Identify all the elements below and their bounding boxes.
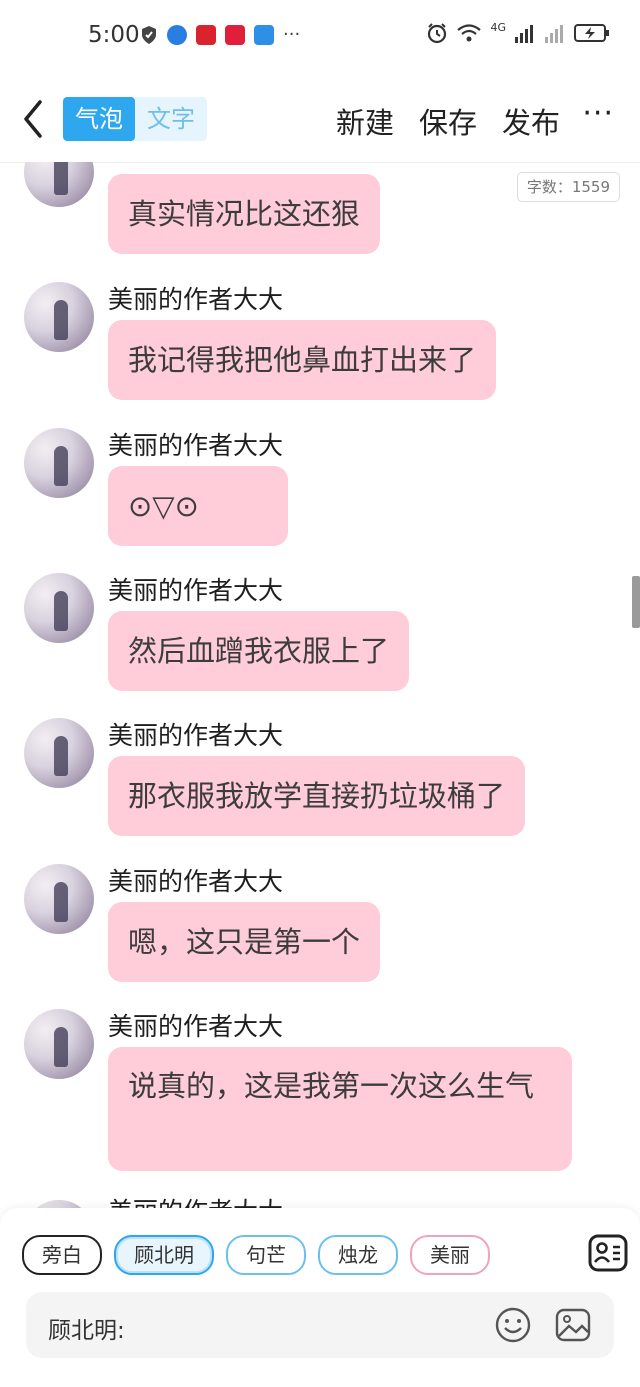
publish-button[interactable]: 发布 <box>502 100 560 142</box>
avatar[interactable] <box>24 162 94 207</box>
book-app-icon <box>196 25 216 45</box>
browser-icon <box>167 25 187 45</box>
message-bubble[interactable]: 嗯，这只是第一个 <box>108 902 381 982</box>
tab-text[interactable]: 文字 <box>135 97 207 141</box>
word-count-badge: 字数：1559 <box>516 172 620 202</box>
character-chip-selected[interactable]: 顾北明 <box>114 1235 214 1275</box>
new-button[interactable]: 新建 <box>336 100 394 142</box>
network-type: 4G <box>490 20 506 34</box>
system-icons: 4G <box>426 20 610 44</box>
save-button[interactable]: 保存 <box>419 100 477 142</box>
message-bubble[interactable]: 那衣服我放学直接扔垃圾桶了 <box>108 756 526 836</box>
more-dots-icon: ··· <box>283 24 301 45</box>
status-bar: 5:00 ··· 4G <box>0 0 640 76</box>
tab-bubble[interactable]: 气泡 <box>63 97 135 141</box>
message-input[interactable]: 顾北明: <box>26 1292 614 1358</box>
status-time: 5:00 <box>88 22 140 48</box>
chat-area[interactable]: 真实情况比这还狠 字数：1559 美丽的作者大大 我记得我把他鼻血打出来了 美丽… <box>0 162 640 1210</box>
character-chip[interactable]: 旁白 <box>22 1235 102 1275</box>
signal-icon-2 <box>545 25 563 43</box>
battery-charging-icon <box>574 24 609 42</box>
avatar[interactable] <box>24 1009 94 1079</box>
message-bubble[interactable]: 然后血蹭我衣服上了 <box>108 611 410 691</box>
contact-card-icon[interactable] <box>588 1234 628 1272</box>
avatar[interactable] <box>24 282 94 352</box>
message-bubble[interactable]: 真实情况比这还狠 <box>108 174 381 254</box>
message-bubble[interactable]: 我记得我把他鼻血打出来了 <box>108 320 497 400</box>
avatar[interactable] <box>24 718 94 788</box>
scrollbar-thumb[interactable] <box>632 576 640 628</box>
character-chips: 旁白 顾北明 句芒 烛龙 美丽 <box>22 1235 492 1275</box>
signal-icon <box>515 25 533 43</box>
chat-editor-screen: 5:00 ··· 4G 气泡 文字 新建 保存 发布 ··· 真实情况比这还狠 … <box>0 0 640 1387</box>
smiley-icon[interactable] <box>494 1306 532 1344</box>
author-name: 美丽的作者大大 <box>108 1012 284 1041</box>
message-bubble[interactable]: ⊙▽⊙ <box>108 466 288 546</box>
avatar[interactable] <box>24 864 94 934</box>
alarm-icon <box>428 23 447 44</box>
author-name: 美丽的作者大大 <box>108 431 284 460</box>
character-chip[interactable]: 烛龙 <box>318 1235 398 1275</box>
composer-panel: 旁白 顾北明 句芒 烛龙 美丽 顾北明: <box>0 1208 640 1387</box>
message-bubble[interactable]: 说真的，这是我第一次这么生气 <box>108 1047 572 1171</box>
top-bar: 气泡 文字 新建 保存 发布 ··· <box>0 76 640 163</box>
heart-app-icon <box>225 25 245 45</box>
image-icon[interactable] <box>554 1306 592 1344</box>
avatar[interactable] <box>24 428 94 498</box>
author-name: 美丽的作者大大 <box>108 576 284 605</box>
character-chip[interactable]: 美丽 <box>410 1235 490 1275</box>
author-name: 美丽的作者大大 <box>108 867 284 896</box>
author-name: 美丽的作者大大 <box>108 721 284 750</box>
wifi-icon <box>457 24 482 42</box>
mode-toggle: 气泡 文字 <box>63 97 207 141</box>
avatar[interactable] <box>24 573 94 643</box>
chevron-left-icon[interactable] <box>18 98 48 140</box>
shield-icon <box>142 26 156 44</box>
weather-app-icon <box>254 25 274 45</box>
author-name: 美丽的作者大大 <box>108 285 284 314</box>
input-prefix: 顾北明: <box>48 1318 125 1344</box>
character-chip[interactable]: 句芒 <box>226 1235 306 1275</box>
notification-icons: ··· <box>140 25 300 45</box>
more-button[interactable]: ··· <box>582 96 614 131</box>
